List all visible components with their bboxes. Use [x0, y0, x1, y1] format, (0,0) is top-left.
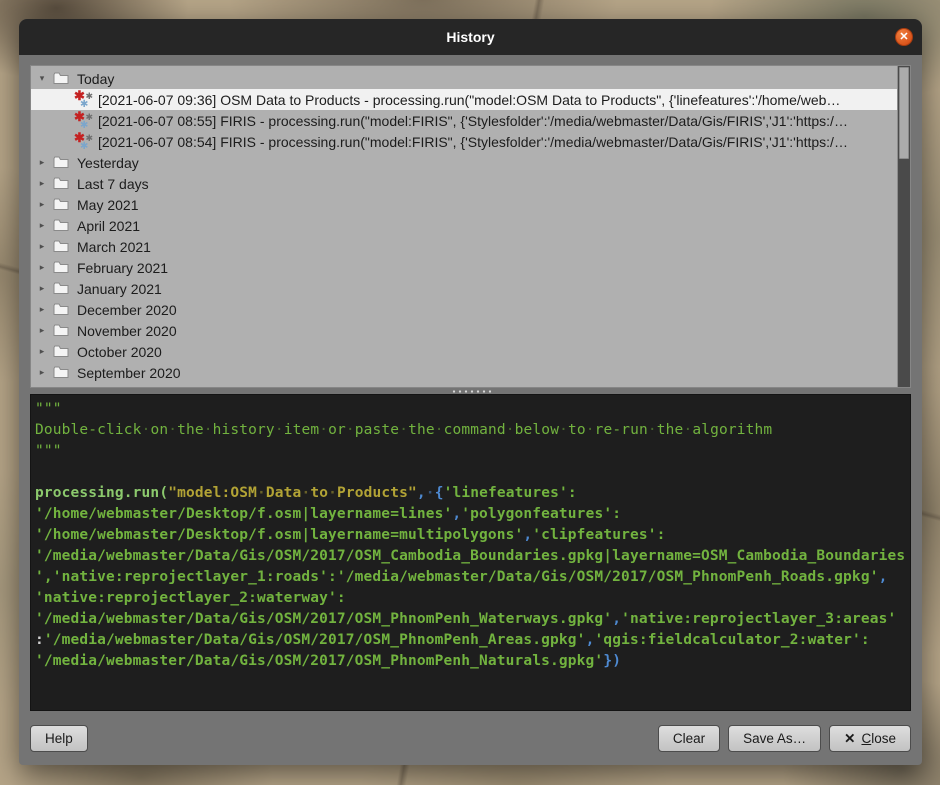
folder-icon [53, 240, 69, 253]
tree-row-label: December 2020 [77, 302, 177, 318]
collapse-arrow-icon[interactable]: ▸ [36, 325, 48, 336]
code-line: :'/media/webmaster/Data/Gis/OSM/2017/OSM… [35, 630, 908, 651]
tree-row-label: February 2021 [77, 260, 168, 276]
history-group-row[interactable]: ▸ November 2020 [31, 320, 897, 341]
history-group-row[interactable]: ▸ September 2020 [31, 362, 897, 383]
history-tree-rows: ▾ Today ✱✱✱ [2021-06-07 09:36] OSM Data to … [31, 68, 897, 388]
code-line [35, 462, 908, 483]
collapse-arrow-icon[interactable]: ▸ [36, 178, 48, 189]
history-group-row[interactable]: ▾ Today [31, 68, 897, 89]
history-dialog: History ✕ ▾ Today ✱✱✱ [2021-06-07 09:36] OS… [19, 19, 922, 765]
close-button[interactable]: ✕ Close [829, 725, 911, 752]
code-line: 'native:reprojectlayer_2:waterway': [35, 588, 908, 609]
code-line: """ [35, 441, 908, 462]
folder-icon [53, 303, 69, 316]
tree-row-label: May 2021 [77, 197, 138, 213]
history-group-row[interactable]: ▸ February 2021 [31, 257, 897, 278]
code-line: '/home/webmaster/Desktop/f.osm|layername… [35, 525, 908, 546]
tree-row-label: [2021-06-07 08:54] FIRIS - processing.ru… [98, 134, 848, 150]
scrollbar-thumb[interactable] [899, 67, 909, 159]
collapse-arrow-icon[interactable]: ▸ [36, 241, 48, 252]
close-button-label: Close [861, 731, 896, 746]
folder-icon [53, 366, 69, 379]
history-group-row[interactable]: ▸ April 2021 [31, 215, 897, 236]
history-group-row[interactable]: ▸ December 2020 [31, 299, 897, 320]
tree-row-label: [2021-06-07 08:55] FIRIS - processing.ru… [98, 113, 848, 129]
collapse-arrow-icon[interactable]: ▸ [36, 157, 48, 168]
history-entry-row[interactable]: ✱✱✱ [2021-06-07 09:36] OSM Data to Produc… [31, 89, 897, 110]
tree-row-label: September 2020 [77, 365, 181, 381]
history-entry-row[interactable]: ✱✱✱ [2021-06-07 08:54] FIRIS - processing… [31, 131, 897, 152]
tree-row-label: January 2021 [77, 281, 162, 297]
tree-row-label: March 2021 [77, 239, 151, 255]
code-line: """ [35, 399, 908, 420]
code-line: ','native:reprojectlayer_1:roads':'/medi… [35, 567, 908, 588]
history-group-row[interactable]: ▸ January 2021 [31, 278, 897, 299]
processing-model-icon: ✱✱✱ [75, 133, 92, 150]
code-line: Double-click·on·the·history·item·or·past… [35, 420, 908, 441]
code-line: '/media/webmaster/Data/Gis/OSM/2017/OSM_… [35, 609, 908, 630]
save-as-button[interactable]: Save As… [728, 725, 821, 752]
window-close-icon[interactable]: ✕ [895, 28, 913, 46]
collapse-arrow-icon[interactable]: ▸ [36, 367, 48, 378]
folder-icon [53, 198, 69, 211]
code-line: processing.run("model:OSM·Data·to·Produc… [35, 483, 908, 504]
tree-row-label: November 2020 [77, 323, 177, 339]
history-group-row[interactable]: ▸ Yesterday [31, 152, 897, 173]
splitter-grip-dots-icon [451, 390, 491, 393]
collapse-arrow-icon[interactable]: ▸ [36, 283, 48, 294]
folder-icon [53, 177, 69, 190]
dialog-title: History [446, 29, 494, 45]
history-group-row[interactable]: ▸ Last 7 days [31, 173, 897, 194]
code-editor[interactable]: """Double-click·on·the·history·item·or·p… [30, 394, 911, 711]
history-group-row[interactable]: ▸ March 2021 [31, 236, 897, 257]
collapse-arrow-icon[interactable]: ▸ [36, 304, 48, 315]
folder-icon [53, 72, 69, 85]
tree-row-label: October 2020 [77, 344, 162, 360]
dialog-titlebar[interactable]: History ✕ [19, 19, 922, 55]
collapse-arrow-icon[interactable]: ▸ [36, 346, 48, 357]
processing-model-icon: ✱✱✱ [75, 112, 92, 129]
tree-row-label: Yesterday [77, 155, 139, 171]
folder-icon [53, 219, 69, 232]
collapse-arrow-icon[interactable]: ▸ [36, 262, 48, 273]
tree-row-label: Today [77, 71, 114, 87]
help-button[interactable]: Help [30, 725, 88, 752]
footer-button-group: Clear Save As… ✕ Close [658, 725, 911, 752]
code-line: '/media/webmaster/Data/Gis/OSM/2017/OSM_… [35, 546, 908, 567]
folder-icon [53, 261, 69, 274]
collapse-arrow-icon[interactable]: ▸ [36, 220, 48, 231]
tree-vertical-scrollbar[interactable] [897, 66, 910, 387]
folder-icon [53, 345, 69, 358]
history-entry-row[interactable]: ✱✱✱ [2021-06-07 08:55] FIRIS - processing… [31, 110, 897, 131]
folder-icon [53, 282, 69, 295]
tree-row-label: Last 7 days [77, 176, 149, 192]
history-group-row[interactable]: ▸ May 2021 [31, 194, 897, 215]
code-line: '/home/webmaster/Desktop/f.osm|layername… [35, 504, 908, 525]
history-group-row[interactable]: ▸ October 2020 [31, 341, 897, 362]
processing-model-icon: ✱✱✱ [75, 91, 92, 108]
clear-button[interactable]: Clear [658, 725, 720, 752]
folder-icon [53, 324, 69, 337]
code-line: '/media/webmaster/Data/Gis/OSM/2017/OSM_… [35, 651, 908, 672]
tree-row-label: April 2021 [77, 218, 140, 234]
close-x-icon: ✕ [844, 731, 855, 747]
tree-row-label: [2021-06-07 09:36] OSM Data to Products … [98, 92, 840, 108]
history-tree-panel: ▾ Today ✱✱✱ [2021-06-07 09:36] OSM Data to … [30, 65, 911, 388]
folder-icon [53, 156, 69, 169]
collapse-arrow-icon[interactable]: ▸ [36, 199, 48, 210]
expand-arrow-icon[interactable]: ▾ [36, 73, 48, 84]
